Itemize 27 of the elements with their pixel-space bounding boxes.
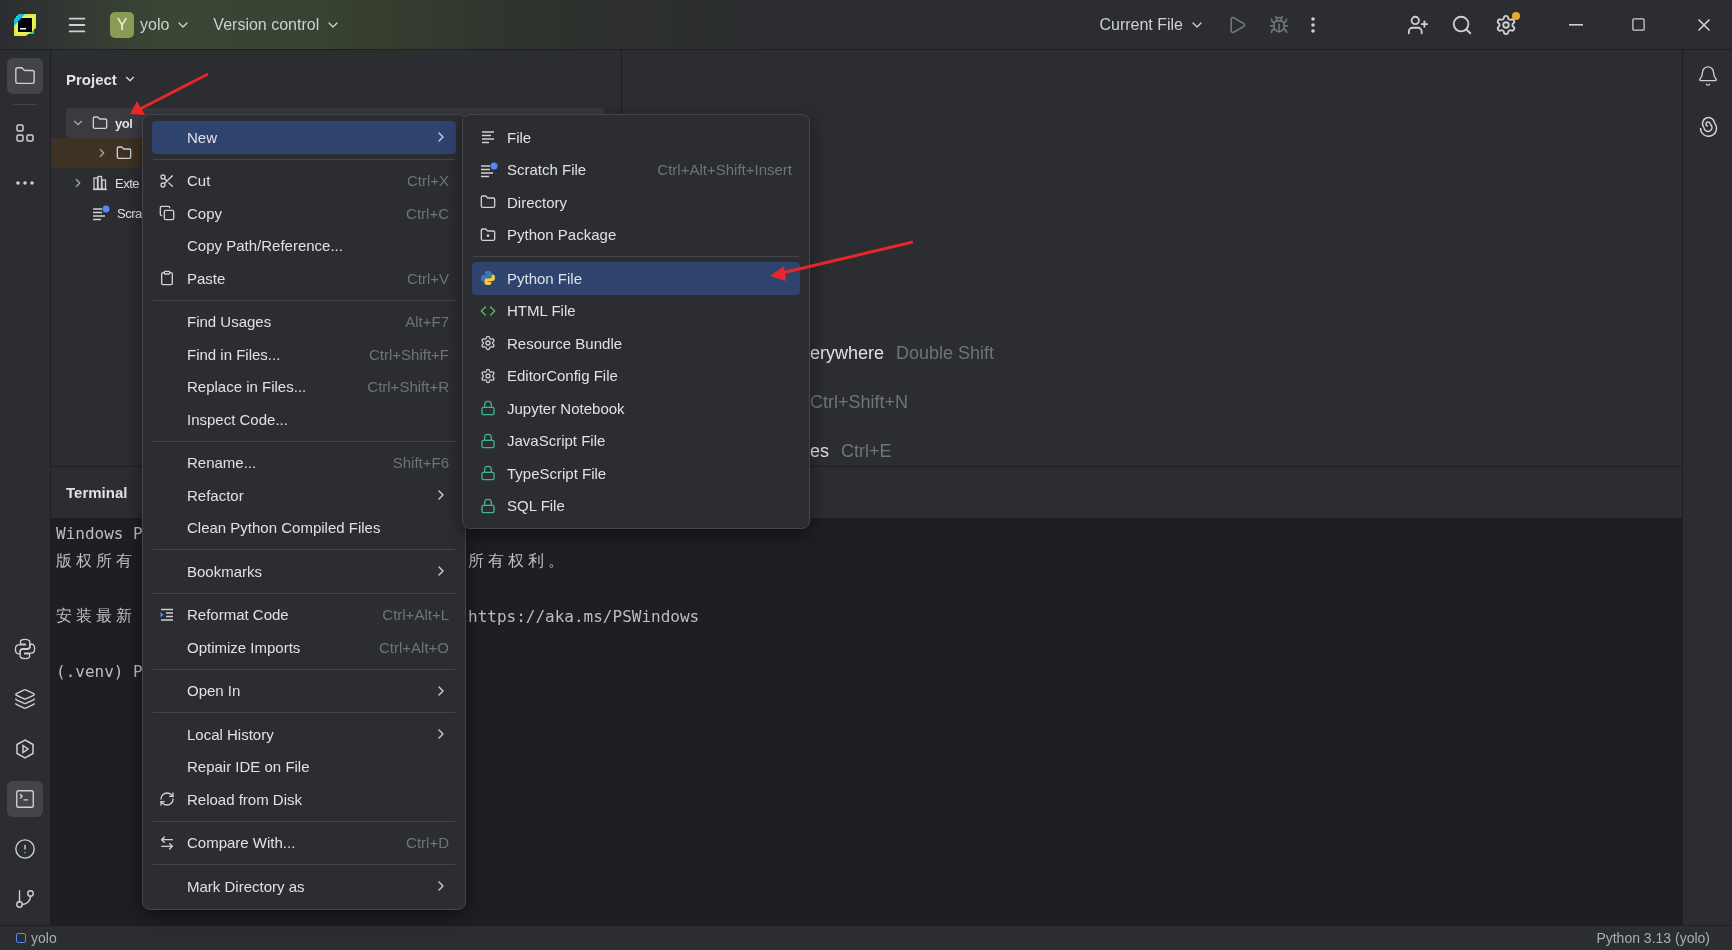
status-project: yolo	[16, 930, 57, 946]
tree-label: yol	[115, 115, 133, 131]
terminal-text: 安装最新	[56, 605, 136, 625]
terminal-text: 版权所有	[56, 550, 136, 570]
terminal-text: 所有权利。	[468, 550, 568, 572]
shortcut-label: Alt+F7	[405, 313, 449, 331]
terminal-text: https://aka.ms/PSWindows	[468, 606, 700, 626]
hint-text: es	[810, 440, 829, 462]
project-badge: Y	[110, 11, 134, 38]
terminal-text: (.venv) P	[56, 661, 143, 681]
shortcut-label: Ctrl+C	[406, 204, 449, 222]
shortcut-label: Ctrl+Alt+O	[378, 638, 449, 656]
shortcut-hint: Ctrl+Shift+N	[810, 391, 909, 413]
shortcut-label: Shift+F6	[392, 454, 449, 472]
shortcut-hint: Double Shift	[896, 342, 995, 364]
shortcut-label: Ctrl+V	[406, 269, 449, 287]
shortcut-label: Ctrl+Alt+L	[382, 606, 449, 624]
shortcut-label: Ctrl+X	[406, 172, 449, 190]
hint-text: erywhere	[810, 342, 885, 364]
terminal-text: Windows P	[56, 524, 143, 544]
tree-label: Scra	[117, 205, 142, 221]
shortcut-label: Ctrl+Shift+F	[368, 345, 449, 363]
tree-label: Exte	[115, 175, 139, 191]
shortcut-hint: Ctrl+E	[841, 440, 892, 462]
shortcut-label: Ctrl+Alt+Shift+Insert	[657, 161, 792, 179]
shortcut-label: Ctrl+Shift+R	[367, 378, 449, 396]
shortcut-label: Ctrl+D	[406, 834, 449, 852]
